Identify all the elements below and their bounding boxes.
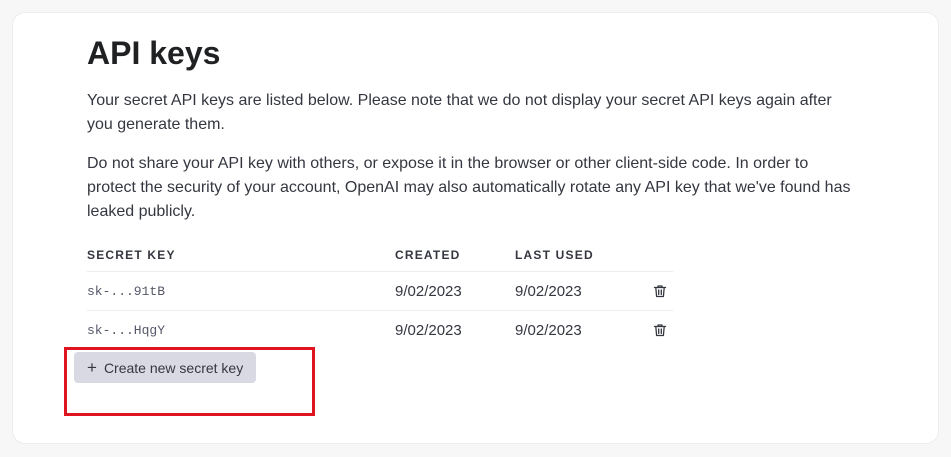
api-keys-table: SECRET KEY CREATED LAST USED sk-...91tB … (87, 243, 673, 349)
secret-key-value: sk-...HqgY (87, 323, 166, 338)
created-date: 9/02/2023 (395, 322, 462, 339)
header-created: CREATED (395, 248, 461, 262)
plus-icon: + (87, 357, 97, 377)
page-title: API keys (87, 35, 221, 71)
header-last-used: LAST USED (515, 248, 594, 262)
table-row: sk-...HqgY 9/02/2023 9/02/2023 (87, 311, 673, 349)
intro-paragraph: Your secret API keys are listed below. P… (87, 92, 832, 133)
create-new-secret-key-button[interactable]: + Create new secret key (74, 352, 257, 383)
secret-key-value: sk-...91tB (87, 284, 166, 299)
last-used-date: 9/02/2023 (515, 322, 582, 339)
created-date: 9/02/2023 (395, 283, 462, 300)
trash-icon[interactable] (653, 284, 667, 298)
create-button-label: Create new secret key (103, 359, 244, 376)
trash-icon[interactable] (653, 323, 667, 337)
table-row: sk-...91tB 9/02/2023 9/02/2023 (87, 272, 673, 311)
last-used-date: 9/02/2023 (515, 283, 582, 300)
header-secret-key: SECRET KEY (87, 248, 176, 262)
security-paragraph: Do not share your API key with others, o… (87, 155, 851, 220)
table-header: SECRET KEY CREATED LAST USED (87, 243, 673, 272)
